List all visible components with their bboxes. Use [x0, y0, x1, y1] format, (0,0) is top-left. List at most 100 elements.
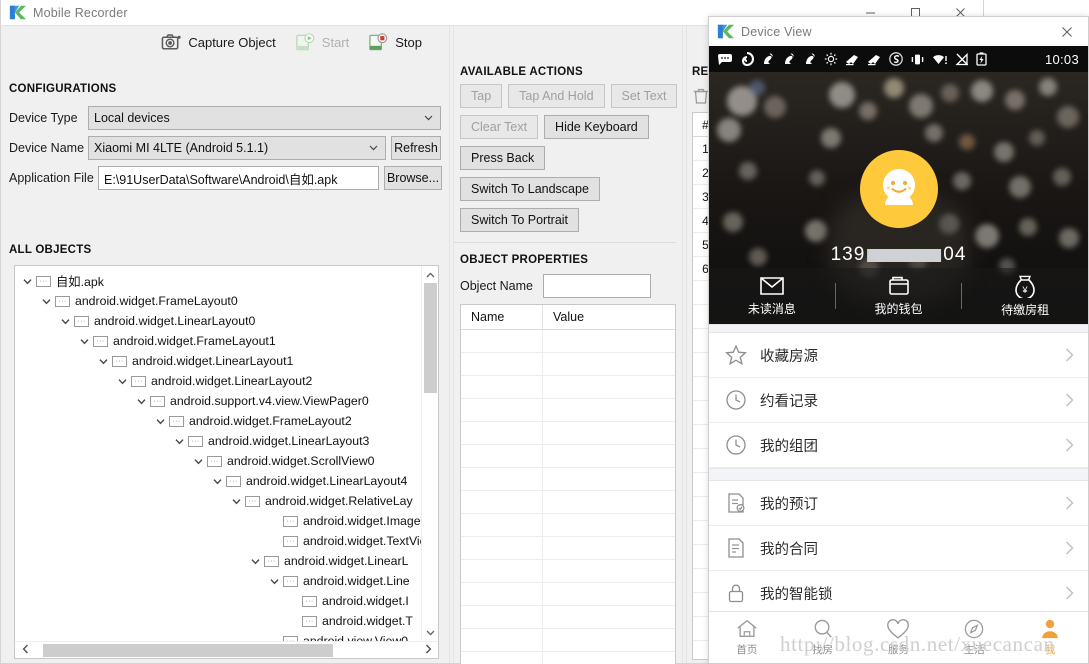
device-screen[interactable]: 10:03 139 04 未读消息 我的钱包 ¥ 待缴房租 收藏房源 约看记录 … [709, 46, 1088, 663]
properties-table-row[interactable] [461, 468, 675, 491]
tree-node[interactable]: ··· android.widget.ImageV [15, 511, 421, 531]
properties-table-row[interactable] [461, 353, 675, 376]
quick-link-item[interactable]: ¥ 待缴房租 [962, 274, 1088, 318]
properties-table-row[interactable] [461, 537, 675, 560]
action-button-switch-to-landscape[interactable]: Switch To Landscape [460, 177, 600, 201]
quick-link-item[interactable]: 我的钱包 [836, 275, 962, 317]
chevron-down-icon[interactable] [59, 315, 72, 328]
tree-node[interactable]: ··· android.widget.LinearL [15, 551, 421, 571]
tree-node[interactable]: ··· android.widget.FrameLayout0 [15, 291, 421, 311]
bottom-nav-item[interactable]: 生活 [936, 618, 1012, 657]
tree-node[interactable]: ··· android.widget.RelativeLay [15, 491, 421, 511]
start-button[interactable]: Start [295, 33, 349, 52]
tree-node[interactable]: ··· android.view.View0 [15, 631, 421, 641]
device-view-close-button[interactable] [1046, 17, 1088, 46]
properties-table-row[interactable] [461, 652, 675, 664]
h-scroll-thumb[interactable] [43, 643, 333, 657]
properties-table-row[interactable] [461, 422, 675, 445]
chevron-down-icon[interactable] [230, 495, 243, 508]
tree-node[interactable]: ··· android.widget.LinearLayout1 [15, 351, 421, 371]
tree-node[interactable]: ··· android.widget.T [15, 611, 421, 631]
tree-node[interactable]: ··· android.widget.Line [15, 571, 421, 591]
action-button-set-text[interactable]: Set Text [610, 84, 678, 108]
device-type-select[interactable]: Local devices [88, 106, 441, 130]
scroll-up-icon[interactable] [422, 266, 439, 283]
properties-table-row[interactable] [461, 445, 675, 468]
chevron-down-icon[interactable] [268, 575, 281, 588]
profile-list-item[interactable]: 我的组团 [709, 423, 1088, 468]
profile-list-item[interactable]: 我的智能锁 [709, 571, 1088, 616]
action-button-tap-and-hold[interactable]: Tap And Hold [508, 84, 605, 108]
tree-node-icon: ··· [93, 335, 108, 347]
tree-node[interactable]: ··· android.widget.LinearLayout3 [15, 431, 421, 451]
tree-node[interactable]: ··· android.widget.LinearLayout0 [15, 311, 421, 331]
action-button-press-back[interactable]: Press Back [460, 146, 546, 170]
chevron-down-icon[interactable] [173, 435, 186, 448]
chevron-down-icon[interactable] [21, 275, 34, 288]
profile-list-item[interactable]: 收藏房源 [709, 333, 1088, 378]
action-button-tap[interactable]: Tap [460, 84, 503, 108]
properties-table-row[interactable] [461, 330, 675, 353]
bottom-nav-item[interactable]: 我 [1012, 618, 1088, 657]
refresh-button[interactable]: Refresh [391, 136, 441, 160]
profile-list-item[interactable]: 约看记录 [709, 378, 1088, 423]
chevron-down-icon[interactable] [154, 415, 167, 428]
tree-node[interactable]: ··· 自如.apk [15, 271, 421, 291]
chevron-down-icon[interactable] [135, 395, 148, 408]
object-tree[interactable]: ··· 自如.apk ··· android.widget.FrameLayout0 ·… [14, 265, 439, 659]
object-name-input[interactable] [542, 274, 651, 298]
profile-list-item[interactable]: 我的预订 [709, 481, 1088, 526]
tree-node[interactable]: ··· android.widget.LinearLayout2 [15, 371, 421, 391]
action-button-hide-keyboard[interactable]: Hide Keyboard [544, 115, 649, 139]
stop-button[interactable]: Stop [368, 33, 422, 52]
chevron-down-icon[interactable] [78, 335, 91, 348]
object-properties-table[interactable]: Name Value [460, 304, 676, 664]
panel-divider-right[interactable] [682, 26, 687, 663]
action-button-switch-to-portrait[interactable]: Switch To Portrait [460, 208, 580, 232]
chevron-down-icon[interactable] [40, 295, 53, 308]
browse-button[interactable]: Browse... [384, 166, 442, 190]
properties-table-row[interactable] [461, 399, 675, 422]
chevron-down-icon[interactable] [116, 375, 129, 388]
chevron-down-icon[interactable] [249, 555, 262, 568]
tree-node[interactable]: ··· android.widget.I [15, 591, 421, 611]
action-button-clear-text[interactable]: Clear Text [460, 115, 539, 139]
properties-table-row[interactable] [461, 491, 675, 514]
tree-node[interactable]: ··· android.widget.ScrollView0 [15, 451, 421, 471]
all-objects-heading: ALL OBJECTS [9, 244, 92, 256]
scroll-down-icon[interactable] [422, 624, 439, 641]
tree-node-label: android.widget.I [322, 594, 409, 608]
tree-node[interactable]: ··· android.support.v4.view.ViewPager0 [15, 391, 421, 411]
tree-node-label: android.widget.TextVie [303, 534, 421, 548]
scroll-right-icon[interactable] [418, 644, 438, 657]
tree-node[interactable]: ··· android.widget.FrameLayout2 [15, 411, 421, 431]
brightness-icon [824, 52, 838, 66]
tree-node[interactable]: ··· android.widget.TextVie [15, 531, 421, 551]
android-status-bar: 10:03 [709, 46, 1088, 72]
properties-table-row[interactable] [461, 629, 675, 652]
properties-table-row[interactable] [461, 514, 675, 537]
device-name-select[interactable]: Xiaomi MI 4LTE (Android 5.1.1) [88, 136, 386, 160]
chevron-down-icon[interactable] [211, 475, 224, 488]
application-file-input[interactable]: E:\91UserData\Software\Android\自如.apk [98, 166, 379, 190]
properties-table-row[interactable] [461, 560, 675, 583]
tree-horizontal-scrollbar[interactable] [15, 641, 438, 658]
bottom-nav-item[interactable]: 首页 [709, 618, 785, 657]
profile-list-item[interactable]: 我的合同 [709, 526, 1088, 571]
tree-scroll-thumb[interactable] [424, 283, 437, 393]
bottom-nav-item[interactable]: 找房 [785, 618, 861, 657]
quick-link-item[interactable]: 未读消息 [709, 275, 835, 317]
chevron-down-icon[interactable] [192, 455, 205, 468]
tree-vertical-scrollbar[interactable] [421, 266, 438, 641]
properties-table-row[interactable] [461, 583, 675, 606]
properties-table-row[interactable] [461, 606, 675, 629]
scroll-left-icon[interactable] [15, 644, 35, 657]
tree-node[interactable]: ··· android.widget.FrameLayout1 [15, 331, 421, 351]
chevron-down-icon[interactable] [97, 355, 110, 368]
tree-node[interactable]: ··· android.widget.LinearLayout4 [15, 471, 421, 491]
properties-table-row[interactable] [461, 376, 675, 399]
h-scroll-track[interactable] [35, 643, 418, 657]
capture-object-button[interactable]: Capture Object [161, 33, 276, 52]
tree-node-label: android.widget.LinearLayout2 [151, 374, 313, 388]
bottom-nav-item[interactable]: 服务 [861, 618, 937, 657]
